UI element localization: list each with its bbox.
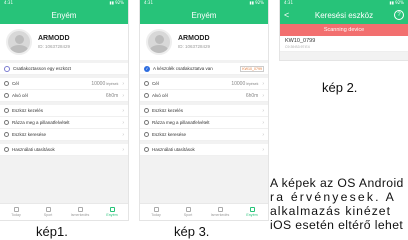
sleep-icon (144, 93, 149, 98)
page-title: Enyém (51, 10, 77, 20)
chevron-right-icon: › (262, 119, 264, 126)
chevron-right-icon: › (122, 146, 124, 153)
profile-card[interactable]: ARMODD ID: 1063728429 (140, 24, 268, 60)
device-icon (144, 108, 149, 113)
scanning-banner: Scanning device (280, 24, 408, 36)
help-icon[interactable]: ? (394, 10, 404, 20)
menu-instructions[interactable]: Használati utasítások › (140, 144, 268, 156)
friends-icon (217, 207, 223, 212)
chevron-right-icon: › (262, 146, 264, 153)
note-text: A képek az OS Android ra érvényesek. A a… (270, 176, 404, 232)
search-icon (4, 132, 9, 137)
sleep-goal-row[interactable]: Alvó cél 6h0m › (140, 90, 268, 102)
avatar (146, 29, 172, 55)
chevron-right-icon: › (122, 107, 124, 114)
tab-bar: Today Sport Ismerkedés Enyém (140, 203, 268, 220)
camera-icon (144, 120, 149, 125)
tab-bar: Today Sport Ismerkedés Enyém (0, 203, 128, 220)
goal-icon (144, 81, 149, 86)
profile-id: ID: 1063728429 (178, 44, 211, 49)
profile-card[interactable]: ARMODD ID: 1063728429 (0, 24, 128, 60)
today-icon (153, 207, 159, 212)
sleep-goal-row[interactable]: Alvó cél 6h0m › (0, 90, 128, 102)
chevron-right-icon: › (122, 80, 124, 87)
back-icon[interactable]: < (284, 10, 289, 20)
avatar (6, 29, 32, 55)
device-list-item[interactable]: KW10_0799 C9:39:B3:97:E4 (280, 36, 408, 52)
tab-sport[interactable]: Sport (172, 204, 204, 220)
caption-3: kép 3. (174, 224, 210, 239)
tab-today[interactable]: Today (0, 204, 32, 220)
camera-icon (4, 120, 9, 125)
goal-row[interactable]: Cél 10000 lépések › (0, 78, 128, 90)
page-title: < Keresési eszköz ? (280, 6, 408, 24)
tab-sport[interactable]: Sport (32, 204, 64, 220)
tab-friends[interactable]: Ismerkedés (64, 204, 96, 220)
tab-mine[interactable]: Enyém (96, 204, 128, 220)
tab-friends[interactable]: Ismerkedés (204, 204, 236, 220)
profile-name: ARMODD (38, 35, 70, 42)
profile-name: ARMODD (178, 35, 210, 42)
info-icon (4, 147, 9, 152)
menu-device-management[interactable]: Eszköz kezelés › (140, 105, 268, 117)
caption-2: kép 2. (322, 80, 358, 95)
check-icon[interactable]: ✓ (144, 65, 150, 72)
device-connected-row[interactable]: ✓ A készülék csatlakoztatva van KW10_079… (140, 63, 268, 75)
friends-icon (77, 207, 83, 212)
tab-today[interactable]: Today (140, 204, 172, 220)
screen-2: 4:31 ▮▮ 92% < Keresési eszköz ? Scanning… (280, 0, 408, 60)
profile-id: ID: 1063728429 (38, 44, 71, 49)
menu-shake-snapshot[interactable]: Rázza meg a pillanatfelvételt › (0, 117, 128, 129)
info-icon (144, 147, 149, 152)
user-icon (109, 207, 115, 212)
search-icon (144, 132, 149, 137)
menu-search-device[interactable]: Eszköz keresése › (140, 129, 268, 141)
chevron-right-icon: › (122, 92, 124, 99)
screen-3: 4:31 ▮▮ 92% Enyém ARMODD ID: 1063728429 … (140, 0, 268, 220)
chevron-right-icon: › (262, 107, 264, 114)
sport-icon (45, 207, 51, 212)
chevron-right-icon: › (122, 119, 124, 126)
chevron-right-icon: › (122, 131, 124, 138)
radio-icon[interactable] (4, 65, 10, 72)
menu-search-device[interactable]: Eszköz keresése › (0, 129, 128, 141)
user-icon (249, 207, 255, 212)
chevron-right-icon: › (262, 92, 264, 99)
screen-1: 4:31 ▮▮ 92% Enyém ARMODD ID: 1063728429 … (0, 0, 128, 220)
tab-mine[interactable]: Enyém (236, 204, 268, 220)
goal-icon (4, 81, 9, 86)
connect-device-row[interactable]: Csatlakoztasson egy eszközt (0, 63, 128, 75)
device-icon (4, 108, 9, 113)
goal-row[interactable]: Cél 10000 lépések › (140, 78, 268, 90)
sleep-icon (4, 93, 9, 98)
menu-shake-snapshot[interactable]: Rázza meg a pillanatfelvételt › (140, 117, 268, 129)
today-icon (13, 207, 19, 212)
sport-icon (185, 207, 191, 212)
chevron-right-icon: › (262, 80, 264, 87)
menu-device-management[interactable]: Eszköz kezelés › (0, 105, 128, 117)
page-title: Enyém (191, 10, 217, 20)
caption-1: kép1. (36, 224, 68, 239)
device-tag: KW10_0799 (240, 65, 264, 72)
menu-instructions[interactable]: Használati utasítások › (0, 144, 128, 156)
chevron-right-icon: › (262, 131, 264, 138)
